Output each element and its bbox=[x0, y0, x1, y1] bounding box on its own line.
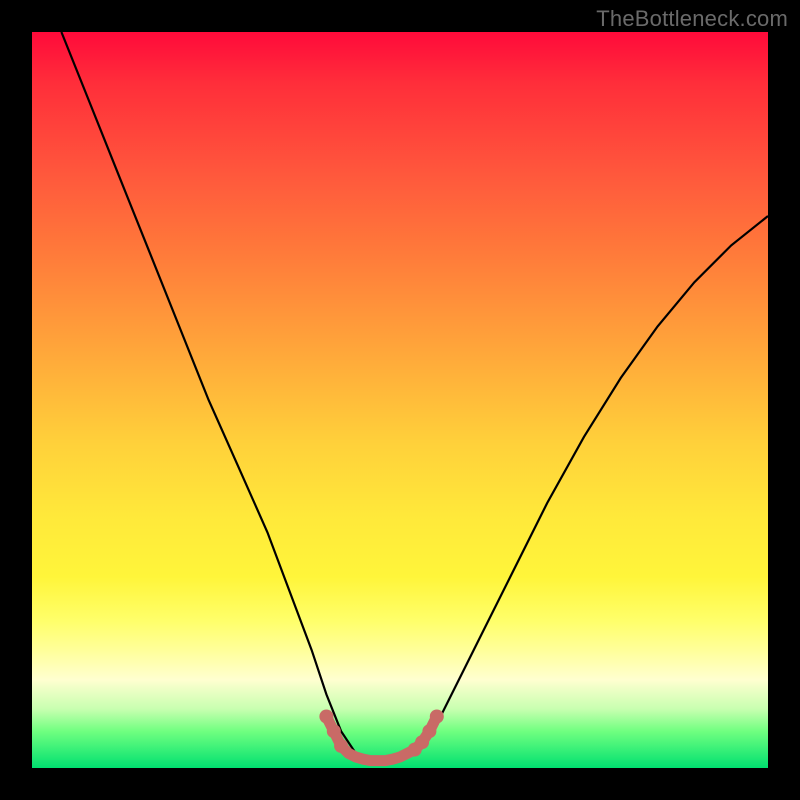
plot-area bbox=[32, 32, 768, 768]
chart-svg bbox=[32, 32, 768, 768]
chart-frame: TheBottleneck.com bbox=[0, 0, 800, 800]
optimal-range-markers bbox=[319, 710, 443, 761]
marker-dot bbox=[334, 739, 348, 753]
marker-dot bbox=[430, 710, 444, 724]
marker-dot bbox=[319, 710, 333, 724]
marker-dot bbox=[327, 724, 341, 738]
marker-dot bbox=[422, 724, 436, 738]
curve-path bbox=[61, 32, 768, 761]
watermark-text: TheBottleneck.com bbox=[596, 6, 788, 32]
bottleneck-curve bbox=[61, 32, 768, 761]
